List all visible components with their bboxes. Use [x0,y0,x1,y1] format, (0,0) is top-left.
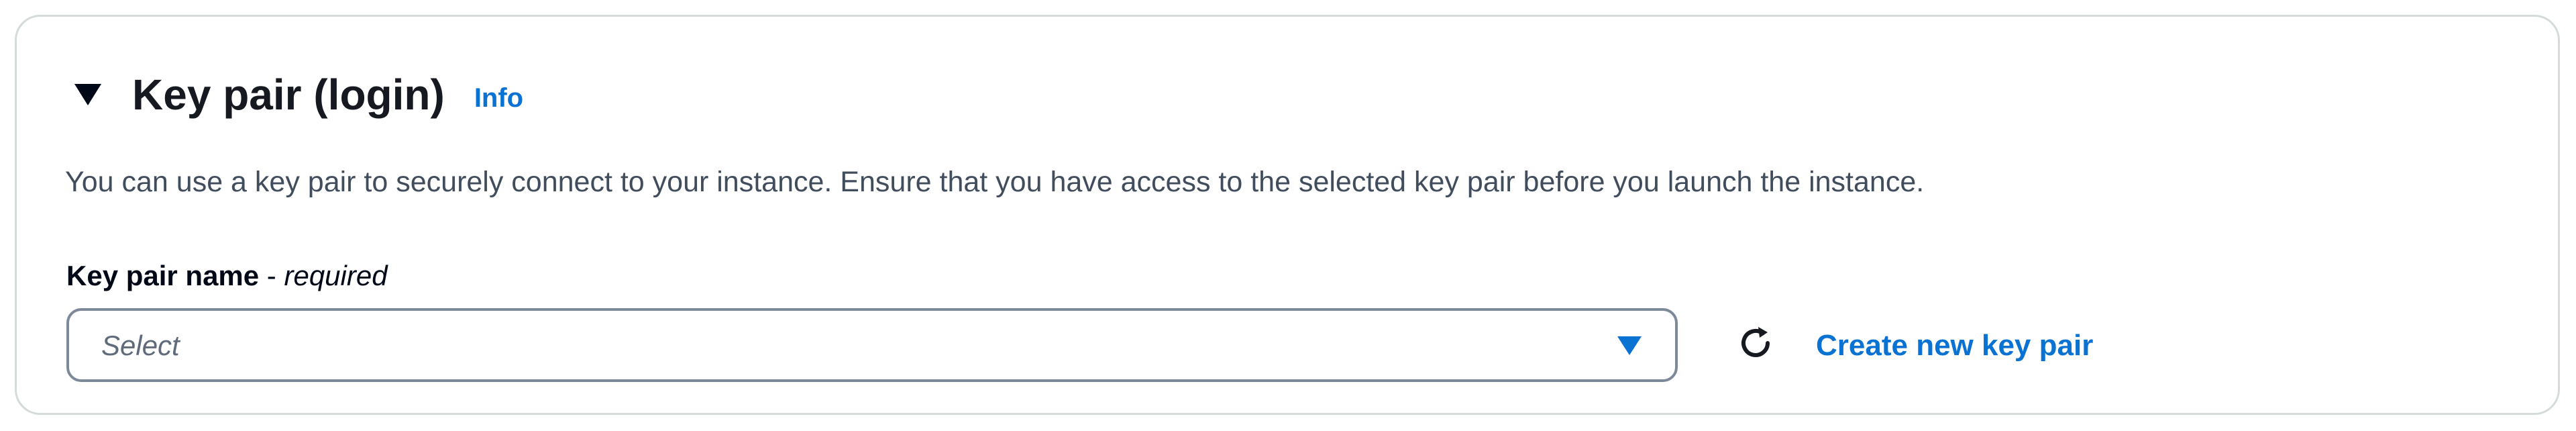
expand-caret-icon[interactable] [70,77,105,112]
info-link[interactable]: Info [474,83,523,113]
key-pair-panel: Key pair (login) Info You can use a key … [15,15,2560,415]
key-pair-name-label: Key pair name - required [66,258,388,293]
section-description: You can use a key pair to securely conne… [65,166,1925,198]
caret-down-icon [1616,335,1643,356]
select-placeholder: Select [101,330,180,361]
section-title[interactable]: Key pair (login) [132,68,445,122]
refresh-button[interactable] [1729,318,1782,371]
label-name: Key pair name [66,260,260,291]
key-pair-select[interactable]: Select [66,308,1678,382]
label-required: required [284,260,388,291]
section-header: Key pair (login) Info [70,68,523,122]
create-new-key-pair-link[interactable]: Create new key pair [1816,327,2093,365]
label-separator: - [259,260,284,291]
refresh-icon [1735,323,1776,367]
